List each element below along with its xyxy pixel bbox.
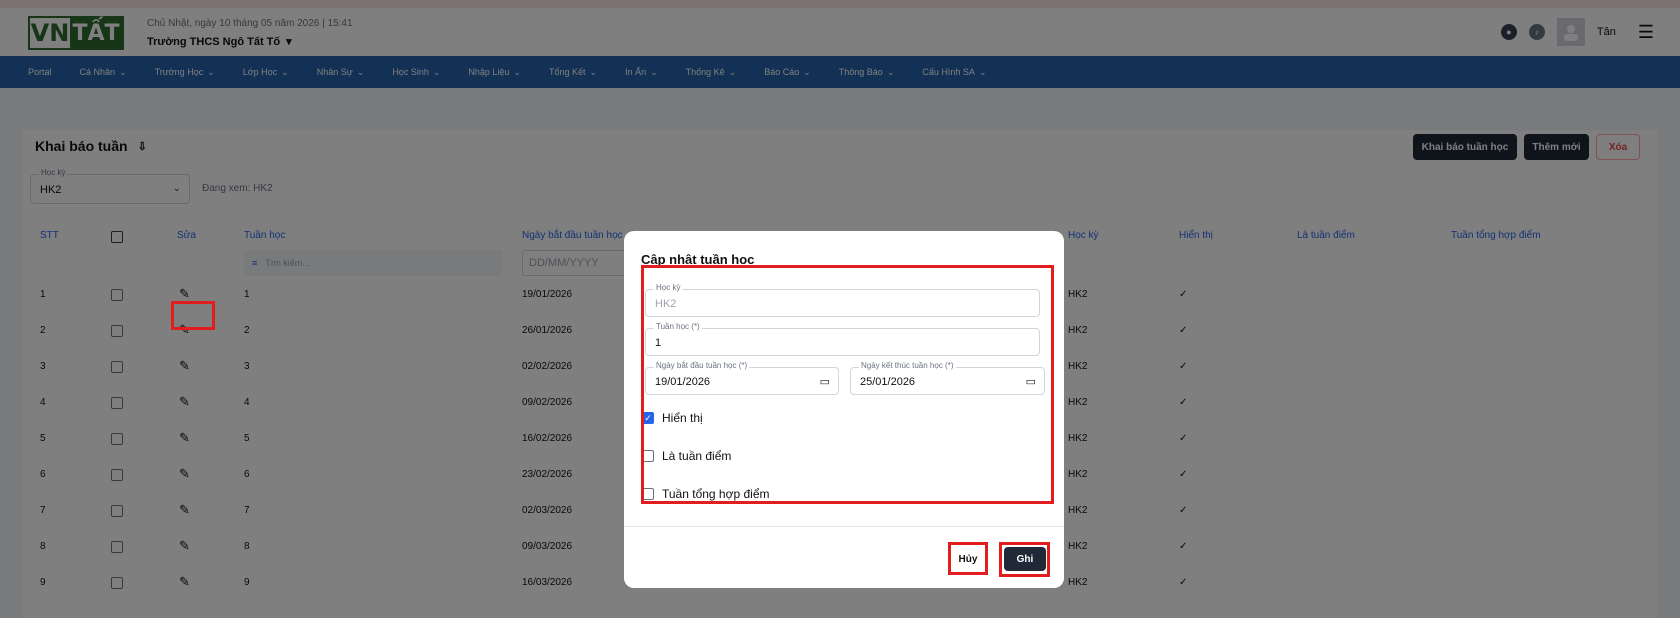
- end-date-value: 25/01/2026: [860, 376, 916, 388]
- checkbox-box[interactable]: [642, 488, 654, 500]
- week-number-value: 1: [655, 337, 662, 349]
- dialog-divider: [624, 526, 1064, 527]
- calendar-icon[interactable]: ▭: [1026, 375, 1036, 388]
- start-date-input[interactable]: Ngày bắt đầu tuần học (*) 19/01/2026 ▭: [645, 361, 839, 395]
- start-date-label: Ngày bắt đầu tuần học (*): [654, 361, 750, 370]
- week-number-label: Tuần học (*): [654, 322, 702, 331]
- end-date-label: Ngày kết thúc tuần học (*): [859, 361, 956, 370]
- visible-checkbox-label: Hiển thị: [662, 411, 703, 425]
- summary-week-checkbox[interactable]: Tuần tổng hợp điểm: [642, 487, 770, 501]
- semester-field-label: Học kỳ: [654, 283, 683, 292]
- semester-field: Học kỳ HK2: [645, 283, 1040, 317]
- end-date-input[interactable]: Ngày kết thúc tuần học (*) 25/01/2026 ▭: [850, 361, 1045, 395]
- summary-week-checkbox-label: Tuần tổng hợp điểm: [662, 487, 770, 501]
- score-week-checkbox-label: Là tuần điểm: [662, 449, 732, 463]
- checkbox-box[interactable]: [642, 450, 654, 462]
- start-date-value: 19/01/2026: [655, 376, 711, 388]
- visible-checkbox[interactable]: ✓ Hiển thị: [642, 411, 703, 425]
- checkmark-icon[interactable]: ✓: [642, 412, 654, 424]
- calendar-icon[interactable]: ▭: [820, 375, 830, 388]
- score-week-checkbox[interactable]: Là tuần điểm: [642, 449, 731, 463]
- week-number-input[interactable]: Tuần học (*) 1: [645, 322, 1040, 356]
- save-button[interactable]: Ghi: [1004, 547, 1046, 571]
- cancel-button[interactable]: Hủy: [950, 545, 986, 573]
- semester-field-value: HK2: [655, 298, 677, 310]
- update-week-dialog: Cập nhật tuần học Học kỳ HK2 Tuần học (*…: [624, 231, 1064, 588]
- dialog-title: Cập nhật tuần học: [641, 252, 755, 267]
